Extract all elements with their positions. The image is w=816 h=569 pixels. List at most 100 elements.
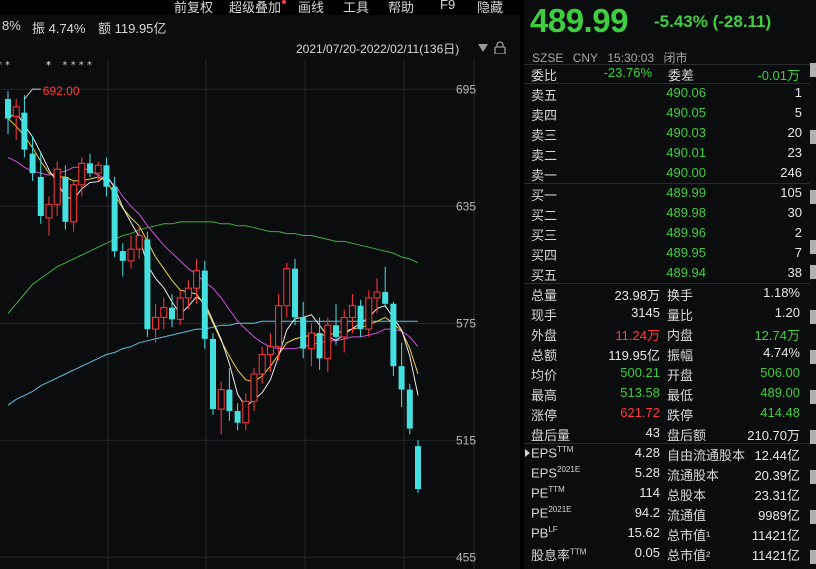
level-label: 卖三: [531, 128, 558, 143]
stat-label: 振幅: [667, 348, 694, 363]
max-pointer-icon: [24, 88, 41, 100]
y-tick-label: 455: [456, 550, 476, 564]
price-change: -5.43% (-28.11): [654, 12, 772, 31]
stat-label: 涨停: [531, 408, 558, 423]
clipped-text-fragment: [810, 190, 816, 204]
candle-down: [415, 446, 421, 490]
stat-label: 总量: [531, 288, 558, 303]
bid-level-row[interactable]: 买三 489.96 2: [524, 223, 816, 243]
event-marker-icon: *: [79, 60, 84, 71]
kline-chart[interactable]: 695635575515455********692.00: [0, 0, 520, 569]
lock-icon[interactable]: [494, 41, 506, 54]
candle-down: [226, 389, 233, 412]
toolbar-item-fuquan[interactable]: 前复权: [174, 0, 213, 16]
candle-down: [210, 338, 216, 410]
date-range-row: 2021/07/20-2022/02/11(136日): [250, 38, 520, 58]
level-volume: 30: [787, 205, 802, 220]
toolbar-item-help[interactable]: 帮助: [388, 0, 414, 16]
clipped-text-fragment: [810, 130, 816, 144]
stat-label: 跌停: [667, 408, 694, 423]
chart-toolbar: 前复权 超级叠加 画线 工具 帮助 F9 隐藏: [0, 0, 520, 15]
fundamentals-row: EPSTTM 4.28 自由流通股本 12.44亿: [524, 443, 816, 463]
candle-down: [234, 411, 241, 423]
stat-value: 500.21: [620, 365, 660, 380]
stat-value: 23.98万: [614, 288, 660, 303]
bid-level-row[interactable]: 买五 489.94 38: [524, 263, 816, 283]
fund-label: 流通股本: [667, 468, 720, 483]
ask-level-row[interactable]: 卖一 490.00 246: [524, 163, 816, 183]
toolbar-item-f9[interactable]: F9: [440, 0, 455, 12]
candle-down: [5, 99, 11, 119]
candle-up: [250, 373, 258, 402]
level-label: 买二: [531, 208, 558, 223]
candle-up: [176, 297, 184, 320]
fund-label: PBLF: [531, 525, 558, 541]
level-price: 489.99: [666, 185, 706, 200]
last-price: 489.99: [530, 2, 628, 39]
toolbar-item-hide[interactable]: 隐藏: [477, 0, 503, 16]
stat-value: 4.74%: [763, 345, 800, 360]
fund-value: 11421亿: [751, 548, 800, 563]
y-tick-label: 515: [456, 433, 476, 447]
bid-level-row[interactable]: 买四 489.95 7: [524, 243, 816, 263]
ask-level-row[interactable]: 卖四 490.05 5: [524, 103, 816, 123]
level-price: 490.03: [666, 125, 706, 140]
candle-down: [119, 251, 126, 261]
toolbar-item-tools[interactable]: 工具: [343, 0, 369, 16]
candle-up: [373, 291, 381, 299]
fund-value: 9989亿: [758, 508, 800, 523]
bid-level-row[interactable]: 买一 489.99 105: [524, 183, 816, 203]
stat-value: 11.24万: [615, 328, 660, 343]
candle-up: [324, 324, 332, 359]
event-marker-icon: *: [71, 60, 76, 71]
level-label: 卖五: [531, 88, 558, 103]
weicha-value: -0.01万: [757, 68, 800, 83]
candle-down: [292, 268, 298, 318]
candle-up: [94, 164, 102, 174]
candle-down: [406, 389, 413, 429]
kline-chart-panel[interactable]: 695635575515455********692.00 前复权 超级叠加 画…: [0, 0, 520, 569]
event-marker-icon: *: [62, 60, 67, 71]
quote-panel: 489.99 -5.43% (-28.11) SZSE CNY 15:30:03…: [524, 0, 816, 569]
level-label: 卖四: [531, 108, 558, 123]
level-price: 489.94: [666, 265, 706, 280]
toolbar-item-overlay[interactable]: 超级叠加: [229, 0, 281, 16]
level-label: 卖二: [531, 148, 558, 163]
stat-label: 盘后量: [531, 428, 571, 443]
triangle-down-icon[interactable]: [478, 44, 488, 52]
stat-value: 43: [645, 425, 660, 440]
stat-value: 12.74万: [754, 328, 800, 343]
level-price: 489.95: [666, 245, 706, 260]
candle-up: [184, 287, 192, 299]
ohlc-amount: 额 119.95亿: [98, 21, 167, 36]
expand-arrow-icon[interactable]: [525, 449, 530, 457]
level-label: 买三: [531, 228, 558, 243]
fund-value: 11421亿: [751, 528, 800, 543]
event-marker-icon: *: [87, 60, 92, 71]
level-price: 490.05: [666, 105, 706, 120]
y-tick-label: 635: [456, 199, 476, 213]
ohlc-partial: 8%: [2, 18, 21, 33]
level-volume: 20: [787, 125, 802, 140]
candle-up: [152, 316, 160, 330]
toolbar-item-draw[interactable]: 画线: [298, 0, 324, 16]
ask-level-row[interactable]: 卖二 490.01 23: [524, 143, 816, 163]
stats-row: 外盘 11.24万 内盘 12.74万: [524, 323, 816, 343]
stat-label: 外盘: [531, 328, 558, 343]
event-marker-icon: *: [46, 60, 51, 71]
stats-row: 现手 3145 量比 1.20: [524, 303, 816, 323]
ask-level-row[interactable]: 卖三 490.03 20: [524, 123, 816, 143]
fund-label: EPS2021E: [531, 465, 581, 481]
clipped-text-fragment: [810, 240, 816, 254]
candle-up: [45, 203, 53, 219]
level-volume: 23: [787, 145, 802, 160]
weibi-row: 委比 -23.76% 委差 -0.01万: [524, 63, 816, 83]
candle-up: [242, 400, 250, 424]
bid-level-row[interactable]: 买二 489.98 30: [524, 203, 816, 223]
candle-up: [160, 307, 168, 318]
clipped-text-fragment: [810, 265, 816, 279]
max-price-label: 692.00: [43, 84, 80, 98]
ask-level-row[interactable]: 卖五 490.06 1: [524, 83, 816, 103]
level-volume: 2: [794, 225, 802, 240]
candle-down: [300, 317, 307, 349]
